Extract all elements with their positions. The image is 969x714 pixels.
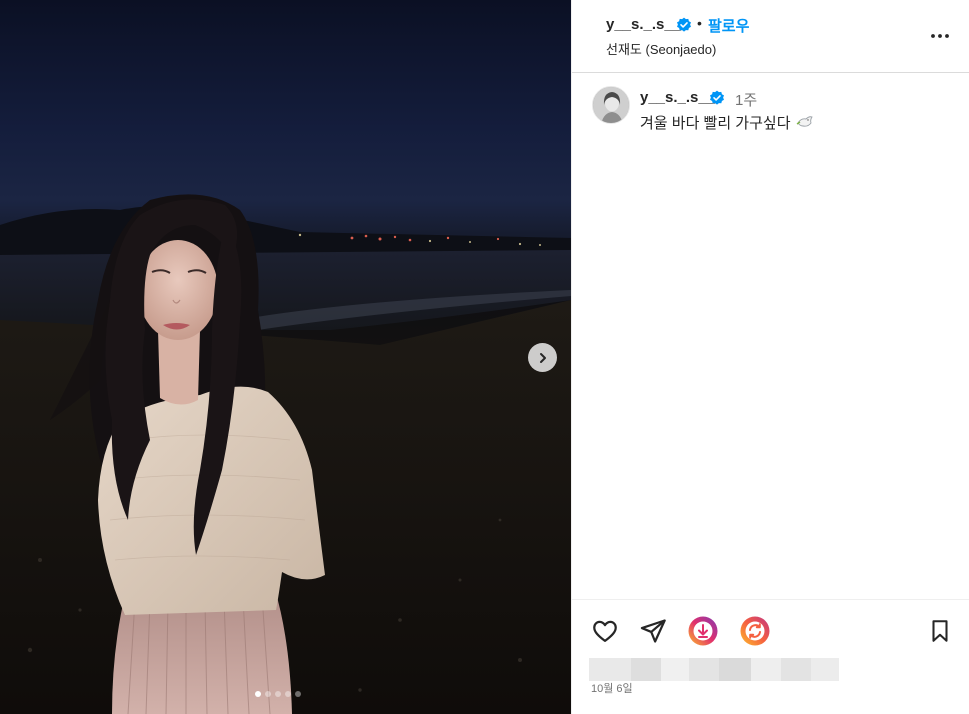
post-time-ago[interactable]: 1주 bbox=[735, 89, 757, 110]
carousel-dot bbox=[275, 691, 281, 697]
more-horizontal-icon bbox=[931, 34, 949, 38]
location-link[interactable]: 선재도 (Seonjaedo) bbox=[606, 39, 716, 58]
carousel-indicator bbox=[255, 691, 301, 697]
avatar[interactable] bbox=[592, 86, 630, 124]
post-header: y__s._.s__ • 팔로우 선재도 (Seonjaedo) bbox=[572, 0, 969, 73]
beach-night-photo bbox=[0, 194, 571, 714]
dove-emoji-icon bbox=[796, 114, 814, 134]
separator-dot: • bbox=[697, 15, 702, 31]
like-button[interactable] bbox=[590, 616, 620, 646]
repost-extension-icon bbox=[740, 616, 770, 646]
verified-badge-icon bbox=[709, 90, 725, 111]
post-side-panel: y__s._.s__ • 팔로우 선재도 (Seonjaedo) y__s._.… bbox=[571, 0, 969, 714]
carousel-dot bbox=[255, 691, 261, 697]
send-icon bbox=[640, 619, 666, 643]
caption-text-line: 겨울 바다 빨리 가구싶다 bbox=[640, 112, 814, 134]
share-button[interactable] bbox=[638, 616, 668, 646]
chevron-right-icon bbox=[539, 352, 546, 363]
next-slide-button[interactable] bbox=[528, 343, 557, 372]
repost-extension-button[interactable] bbox=[740, 616, 770, 646]
post-actions-bar: 10월 6일 bbox=[572, 599, 969, 714]
bookmark-icon bbox=[932, 620, 948, 642]
likes-count-redacted bbox=[589, 658, 839, 681]
heart-icon bbox=[593, 620, 617, 643]
carousel-dot bbox=[295, 691, 301, 697]
save-button[interactable] bbox=[925, 616, 955, 646]
follow-button[interactable]: 팔로우 bbox=[708, 15, 749, 36]
post-photo[interactable] bbox=[0, 0, 571, 714]
verified-badge-icon bbox=[676, 17, 692, 38]
carousel-dot bbox=[285, 691, 291, 697]
download-extension-button[interactable] bbox=[688, 616, 718, 646]
download-extension-icon bbox=[688, 616, 718, 646]
instagram-post: y__s._.s__ • 팔로우 선재도 (Seonjaedo) y__s._.… bbox=[0, 0, 969, 714]
avatar-image bbox=[593, 87, 629, 123]
author-username[interactable]: y__s._.s__ bbox=[606, 16, 681, 33]
caption-username[interactable]: y__s._.s__ bbox=[640, 89, 715, 106]
post-date[interactable]: 10월 6일 bbox=[591, 680, 633, 696]
carousel-dot bbox=[265, 691, 271, 697]
more-options-button[interactable] bbox=[928, 24, 952, 48]
caption-text: 겨울 바다 빨리 가구싶다 bbox=[640, 115, 791, 132]
